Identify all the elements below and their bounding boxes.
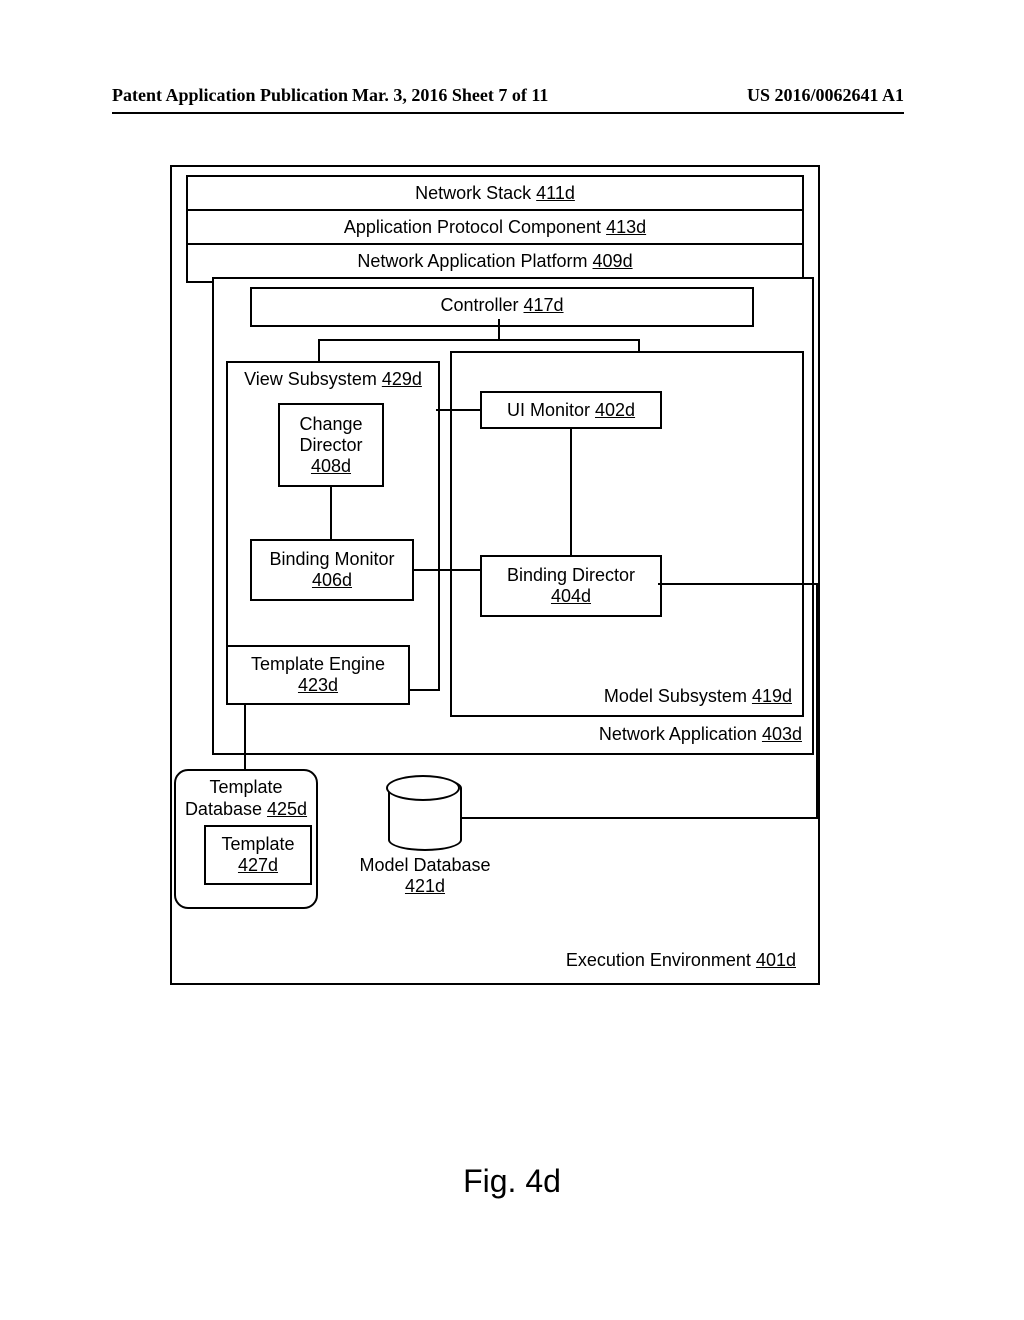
connector: [658, 583, 818, 585]
template-box: Template427d: [204, 825, 312, 885]
execution-environment-label: Execution Environment 401d: [566, 950, 796, 971]
model-subsystem-label: Model Subsystem 419d: [604, 686, 792, 707]
connector: [570, 427, 572, 555]
ui-monitor-box: UI Monitor 402d: [480, 391, 662, 429]
header-left: Patent Application Publication: [112, 85, 348, 106]
network-application-label: Network Application 403d: [599, 724, 802, 745]
header-mid: Mar. 3, 2016 Sheet 7 of 11: [352, 85, 548, 106]
connector: [460, 817, 818, 819]
connector: [436, 409, 480, 411]
connector: [638, 339, 640, 351]
controller-box: Controller 417d: [250, 287, 754, 327]
template-engine-box: Template Engine423d: [226, 645, 410, 705]
connector: [318, 339, 320, 361]
connector: [318, 339, 640, 341]
binding-monitor-box: Binding Monitor406d: [250, 539, 414, 601]
connector: [244, 703, 246, 769]
connector: [450, 569, 480, 571]
binding-director-box: Binding Director404d: [480, 555, 662, 617]
model-database-label: Model Database421d: [350, 855, 500, 897]
connector: [330, 485, 332, 539]
diagram-container: Execution Environment 401d Network Stack…: [170, 165, 820, 985]
figure-caption: Fig. 4d: [0, 1163, 1024, 1200]
change-director-box: Change Director408d: [278, 403, 384, 487]
header-rule: [112, 112, 904, 114]
connector: [498, 319, 500, 339]
model-database-cylinder: [388, 777, 462, 851]
connector: [412, 569, 452, 571]
header-right: US 2016/0062641 A1: [747, 85, 904, 106]
connector: [816, 583, 818, 819]
